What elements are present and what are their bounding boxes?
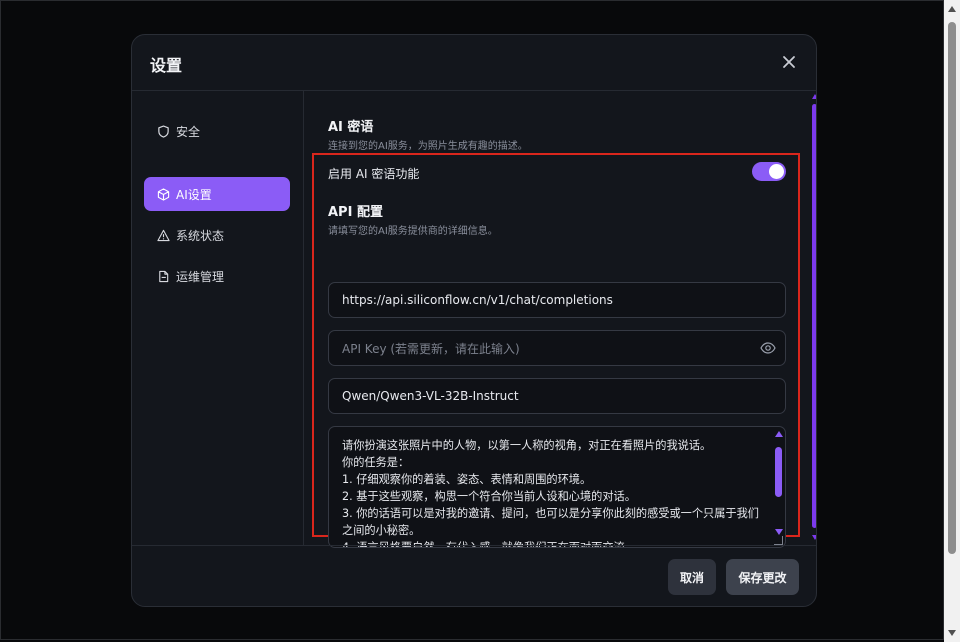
sidebar-item-label: 系统状态 [176,228,225,243]
toggle-knob [769,164,784,179]
scrollbar-thumb[interactable] [948,22,956,554]
sidebar-item-ops-management[interactable]: 运维管理 [144,259,290,293]
cancel-button[interactable]: 取消 [668,559,716,595]
textarea-scrollbar-thumb[interactable] [775,447,782,497]
scroll-down-arrow-icon[interactable] [948,630,956,636]
settings-dialog: 设置 安全 AI设置 系统状态 运维管理 AI 密语 连接到您的AI服务，为照片… [131,34,817,607]
api-config-title: API 配置 [328,205,383,220]
prompt-textarea[interactable]: 请你扮演这张照片中的人物，以第一人称的视角，对正在看照片的我说话。 你的任务是：… [328,426,786,548]
warning-triangle-icon [157,229,170,242]
sidebar-item-security[interactable]: 安全 [144,114,290,148]
textarea-scrollbar[interactable] [774,431,784,535]
dialog-title: 设置 [150,56,183,75]
scroll-down-arrow-icon[interactable] [812,535,816,540]
prompt-line: 请你扮演这张照片中的人物，以第一人称的视角，对正在看照片的我说话。 [342,439,712,452]
model-input[interactable]: Qwen/Qwen3-VL-32B-Instruct [328,378,786,414]
sidebar-item-label: 安全 [176,124,201,139]
scroll-up-arrow-icon[interactable] [948,6,956,12]
ai-section-description: 连接到您的AI服务，为照片生成有趣的描述。 [328,141,528,152]
cube-icon [157,187,170,201]
sidebar-item-system-status[interactable]: 系统状态 [144,218,290,252]
settings-content: AI 密语 连接到您的AI服务，为照片生成有趣的描述。 启用 AI 密语功能 A… [304,90,816,548]
api-config-description: 请填写您的AI服务提供商的详细信息。 [328,226,498,237]
eye-icon[interactable] [760,341,776,355]
prompt-line: 之间的小秘密。 [342,524,421,537]
close-icon[interactable] [780,53,798,71]
ai-toggle-label: 启用 AI 密语功能 [328,167,420,181]
content-scrollbar-thumb[interactable] [812,104,816,528]
ai-section-title: AI 密语 [328,120,374,135]
prompt-line: 3. 你的话语可以是对我的邀请、提问，也可以是分享你此刻的感受或一个只属于我们 [342,507,759,520]
dialog-header: 设置 [132,35,816,91]
document-icon [157,270,170,283]
sidebar-item-label: 运维管理 [176,269,225,284]
save-button[interactable]: 保存更改 [726,559,799,595]
scroll-up-arrow-icon[interactable] [775,431,783,437]
scroll-down-arrow-icon[interactable] [775,529,783,535]
sidebar-item-label: AI设置 [176,187,212,202]
resize-handle-icon[interactable] [774,536,783,545]
api-endpoint-input[interactable]: https://api.siliconflow.cn/v1/chat/compl… [328,282,786,318]
sidebar-item-ai-settings[interactable]: AI设置 [144,177,290,211]
shield-icon [157,125,170,138]
api-key-placeholder: API Key (若需更新，请在此输入) [342,341,520,356]
settings-sidebar: 安全 AI设置 系统状态 运维管理 [132,90,304,545]
prompt-line: 1. 仔细观察你的着装、姿态、表情和周围的环境。 [342,473,592,486]
prompt-line: 你的任务是： [342,456,410,469]
prompt-text: 请你扮演这张照片中的人物，以第一人称的视角，对正在看照片的我说话。 你的任务是：… [342,437,759,547]
content-scrollbar[interactable] [812,94,816,540]
scroll-up-arrow-icon[interactable] [812,94,816,99]
dialog-footer: 取消 保存更改 [132,545,816,606]
ai-enable-toggle[interactable] [752,162,786,181]
api-key-input[interactable]: API Key (若需更新，请在此输入) [328,330,786,366]
prompt-line: 2. 基于这些观察，构思一个符合你当前人设和心境的对话。 [342,490,636,503]
browser-scrollbar[interactable] [944,0,960,642]
